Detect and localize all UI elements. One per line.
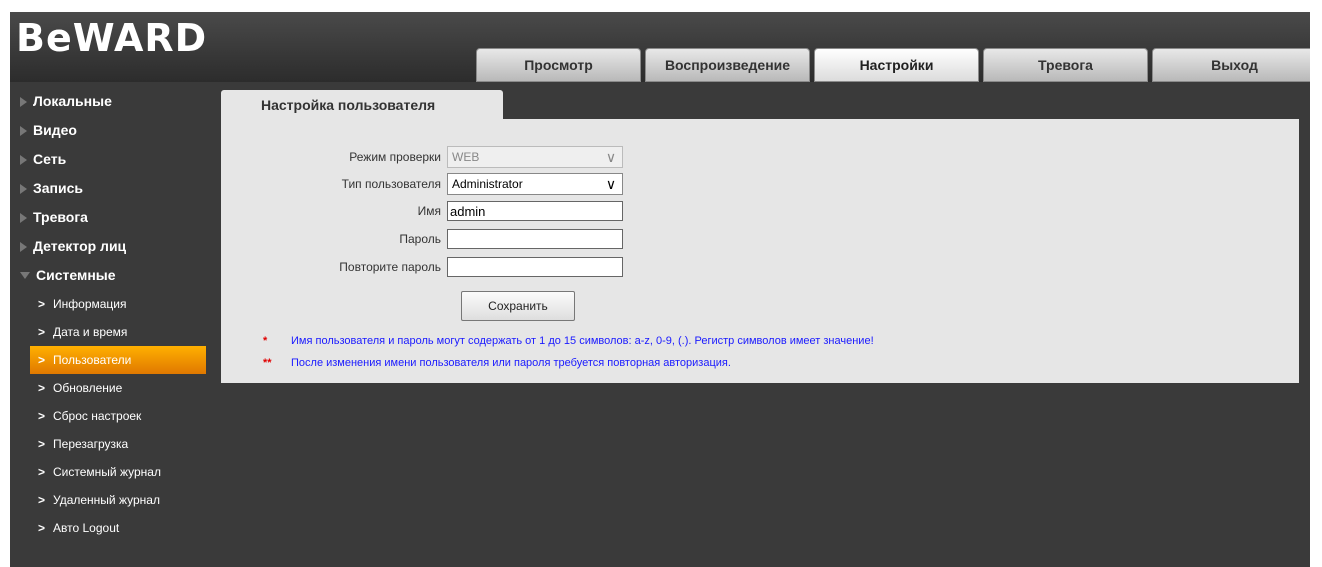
user-type-row: Тип пользователя Administrator ∨ xyxy=(221,173,623,195)
chevron-right-icon: > xyxy=(38,437,46,451)
sidebar-item-label: Удаленный журнал xyxy=(53,493,160,507)
triangle-right-icon xyxy=(20,154,27,165)
user-type-label: Тип пользователя xyxy=(341,177,441,191)
sidebar-item-label: Авто Logout xyxy=(53,521,120,535)
sidebar-item-update[interactable]: > Обновление xyxy=(10,374,220,402)
name-label: Имя xyxy=(417,204,441,218)
triangle-right-icon xyxy=(20,96,27,107)
chevron-right-icon: > xyxy=(38,353,46,367)
sidebar-item-remote-log[interactable]: > Удаленный журнал xyxy=(10,486,220,514)
chevron-right-icon: > xyxy=(38,381,46,395)
sidebar-item-info[interactable]: > Информация xyxy=(10,290,220,318)
triangle-down-icon xyxy=(20,272,30,279)
sidebar-item-users[interactable]: > Пользователи xyxy=(30,346,206,374)
sidebar-section-system[interactable]: Системные xyxy=(10,261,220,290)
tab-alarm[interactable]: Тревога xyxy=(983,48,1148,82)
main-tabs: Просмотр Воспроизведение Настройки Трево… xyxy=(476,48,1310,82)
note-1: * Имя пользователя и пароль могут содерж… xyxy=(263,335,874,347)
password-field[interactable] xyxy=(447,229,623,249)
sidebar-section-network[interactable]: Сеть xyxy=(10,145,220,174)
chevron-right-icon: > xyxy=(38,521,46,535)
triangle-right-icon xyxy=(20,183,27,194)
sidebar-item-label: Информация xyxy=(53,297,127,311)
sidebar-item-system-log[interactable]: > Системный журнал xyxy=(10,458,220,486)
note-text: После изменения имени пользователя или п… xyxy=(291,357,731,369)
password-row: Пароль xyxy=(221,229,623,249)
sidebar-section-label: Запись xyxy=(33,180,84,196)
sidebar-item-auto-logout[interactable]: > Авто Logout xyxy=(10,514,220,542)
name-row: Имя admin xyxy=(221,201,623,221)
repeat-password-field[interactable] xyxy=(447,257,623,277)
chevron-down-icon: ∨ xyxy=(605,175,617,192)
triangle-right-icon xyxy=(20,212,27,223)
sidebar-section-label: Системные xyxy=(36,267,116,283)
chevron-down-icon: ∨ xyxy=(605,148,617,165)
sidebar-item-label: Системный журнал xyxy=(53,465,161,479)
note-mark: ** xyxy=(263,357,272,369)
tab-playback[interactable]: Воспроизведение xyxy=(645,48,810,82)
user-settings-panel: Режим проверки WEB ∨ Тип пользователя Ad… xyxy=(221,119,1299,383)
save-button[interactable]: Сохранить xyxy=(461,291,575,321)
tab-settings[interactable]: Настройки xyxy=(814,48,979,82)
sidebar-item-label: Дата и время xyxy=(53,325,128,339)
note-text: Имя пользователя и пароль могут содержат… xyxy=(291,335,874,347)
sidebar-item-reset[interactable]: > Сброс настроек xyxy=(10,402,220,430)
sidebar-section-label: Видео xyxy=(33,122,77,138)
name-field[interactable]: admin xyxy=(447,201,623,221)
mode-value: WEB xyxy=(452,150,480,164)
sidebar-item-datetime[interactable]: > Дата и время xyxy=(10,318,220,346)
chevron-right-icon: > xyxy=(38,493,46,507)
note-2: ** После изменения имени пользователя ил… xyxy=(263,357,731,369)
page-title: Настройка пользователя xyxy=(221,90,503,120)
repeat-password-label: Повторите пароль xyxy=(339,260,441,274)
tab-logout[interactable]: Выход xyxy=(1152,48,1310,82)
sidebar-item-label: Пользователи xyxy=(53,353,132,367)
sidebar-item-label: Обновление xyxy=(53,381,123,395)
sidebar-section-label: Сеть xyxy=(33,151,67,167)
chevron-right-icon: > xyxy=(38,325,46,339)
sidebar-section-record[interactable]: Запись xyxy=(10,174,220,203)
triangle-right-icon xyxy=(20,125,27,136)
sidebar: Локальные Видео Сеть Запись Тревога Дете… xyxy=(10,87,220,542)
sidebar-item-reboot[interactable]: > Перезагрузка xyxy=(10,430,220,458)
chevron-right-icon: > xyxy=(38,465,46,479)
mode-select: WEB ∨ xyxy=(447,146,623,168)
user-type-select[interactable]: Administrator ∨ xyxy=(447,173,623,195)
triangle-right-icon xyxy=(20,241,27,252)
chevron-right-icon: > xyxy=(38,409,46,423)
sidebar-section-local[interactable]: Локальные xyxy=(10,87,220,116)
note-mark: * xyxy=(263,335,268,347)
header: BeWARD Просмотр Воспроизведение Настройк… xyxy=(10,12,1310,82)
sidebar-section-label: Тревога xyxy=(33,209,88,225)
mode-label: Режим проверки xyxy=(349,150,441,164)
tab-view[interactable]: Просмотр xyxy=(476,48,641,82)
sidebar-section-label: Локальные xyxy=(33,93,112,109)
sidebar-item-label: Перезагрузка xyxy=(53,437,129,451)
sidebar-section-video[interactable]: Видео xyxy=(10,116,220,145)
app-frame: BeWARD Просмотр Воспроизведение Настройк… xyxy=(10,12,1310,567)
sidebar-item-label: Сброс настроек xyxy=(53,409,142,423)
brand-logo: BeWARD xyxy=(16,16,208,60)
mode-row: Режим проверки WEB ∨ xyxy=(221,146,623,168)
sidebar-section-alarm[interactable]: Тревога xyxy=(10,203,220,232)
user-type-value: Administrator xyxy=(452,177,523,191)
password-label: Пароль xyxy=(399,232,441,246)
sidebar-section-label: Детектор лиц xyxy=(33,238,127,254)
repeat-password-row: Повторите пароль xyxy=(221,257,623,277)
chevron-right-icon: > xyxy=(38,297,46,311)
sidebar-section-face-detector[interactable]: Детектор лиц xyxy=(10,232,220,261)
